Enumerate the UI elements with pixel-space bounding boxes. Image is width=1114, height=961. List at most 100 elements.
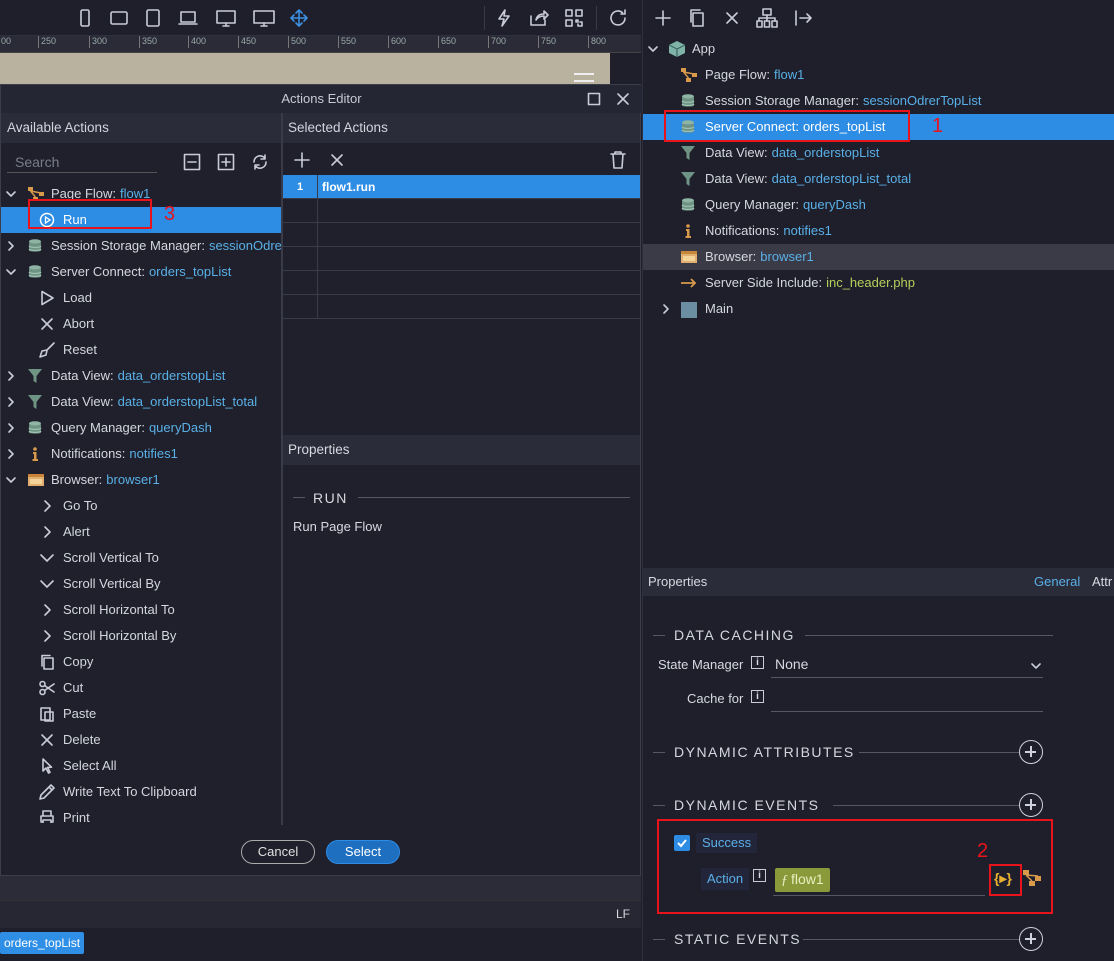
dynamic-data-picker-icon[interactable]: {▸} <box>994 870 1012 887</box>
action-tree-item[interactable]: Data View: data_orderstopList_total <box>1 389 281 415</box>
action-tree-item[interactable]: Paste <box>1 701 281 727</box>
action-tree-item[interactable]: Abort <box>1 311 281 337</box>
qr-code-icon[interactable] <box>562 6 586 30</box>
selected-action-row[interactable] <box>283 223 640 247</box>
chevron-right-icon[interactable] <box>660 303 672 315</box>
action-tree-item[interactable]: Session Storage Manager: sessionOdre <box>1 233 281 259</box>
success-checkbox[interactable] <box>674 835 690 851</box>
ruler-tick: 550 <box>338 36 356 48</box>
action-tree-item[interactable]: Scroll Horizontal By <box>1 623 281 649</box>
chevron-right-icon[interactable] <box>5 448 17 460</box>
chevron-down-icon[interactable] <box>5 188 17 200</box>
action-tree-item[interactable]: Browser: browser1 <box>1 467 281 493</box>
action-tree-item[interactable]: Scroll Vertical To <box>1 545 281 571</box>
tree-item-label: Data View: <box>705 145 768 160</box>
phone-icon[interactable] <box>73 6 97 30</box>
action-tree-item[interactable]: Cut <box>1 675 281 701</box>
refresh-icon[interactable] <box>250 152 270 172</box>
action-value-field[interactable]: ƒ flow1 <box>773 866 985 896</box>
action-tree-item[interactable]: Query Manager: queryDash <box>1 415 281 441</box>
wide-desktop-icon[interactable] <box>252 6 276 30</box>
add-icon[interactable] <box>654 9 672 27</box>
action-tree-item[interactable]: Delete <box>1 727 281 753</box>
chevron-right-icon <box>39 628 55 644</box>
action-tree-item[interactable]: Scroll Horizontal To <box>1 597 281 623</box>
app-tree-item[interactable]: Notifications: notifies1 <box>643 218 1114 244</box>
chevron-right-icon[interactable] <box>5 370 17 382</box>
info-icon[interactable]: i <box>751 656 764 669</box>
app-tree-item[interactable]: Server Side Include: inc_header.php <box>643 270 1114 296</box>
move-out-icon[interactable] <box>793 8 813 28</box>
tab-attributes[interactable]: Attr <box>1092 568 1112 596</box>
chevron-down-icon[interactable] <box>647 43 659 55</box>
collapse-all-icon[interactable] <box>183 153 201 171</box>
app-tree-item[interactable]: Query Manager: queryDash <box>643 192 1114 218</box>
chevron-right-icon[interactable] <box>5 396 17 408</box>
chevron-right-icon[interactable] <box>5 240 17 252</box>
action-tree-item[interactable]: Write Text To Clipboard <box>1 779 281 805</box>
action-tree-item[interactable]: Alert <box>1 519 281 545</box>
section-title: DYNAMIC EVENTS <box>674 797 820 813</box>
trash-icon[interactable] <box>609 150 627 170</box>
available-actions-panel: Page Flow:flow1RunSession Storage Manage… <box>1 143 281 823</box>
lightning-icon[interactable] <box>492 6 516 30</box>
add-dynamic-attribute-button[interactable] <box>1019 740 1043 764</box>
state-manager-label: State Manager <box>658 657 744 672</box>
select-button[interactable]: Select <box>326 840 400 864</box>
action-tree-item[interactable]: Data View: data_orderstopList <box>1 363 281 389</box>
refresh-icon[interactable] <box>606 6 630 30</box>
app-tree-item[interactable]: Browser: browser1 <box>643 244 1114 270</box>
expand-all-icon[interactable] <box>217 153 235 171</box>
app-tree-item[interactable]: Page Flow: flow1 <box>643 62 1114 88</box>
add-action-icon[interactable] <box>293 151 311 169</box>
selected-action-row[interactable] <box>283 247 640 271</box>
action-tree-item[interactable]: Notifications: notifies1 <box>1 441 281 467</box>
state-manager-select[interactable]: None <box>771 652 1043 678</box>
app-tree-item[interactable]: Data View: data_orderstopList_total <box>643 166 1114 192</box>
maximize-icon[interactable] <box>587 92 601 106</box>
move-icon[interactable] <box>287 6 311 30</box>
desktop-icon[interactable] <box>214 6 238 30</box>
breadcrumb-selected[interactable]: orders_topList <box>0 932 85 954</box>
action-tree-item[interactable]: Load <box>1 285 281 311</box>
close-icon[interactable] <box>616 92 630 106</box>
action-tree-item[interactable]: Reset <box>1 337 281 363</box>
action-tree-item[interactable]: Select All <box>1 753 281 779</box>
tab-general[interactable]: General <box>1034 568 1080 596</box>
action-tree-item[interactable]: Copy <box>1 649 281 675</box>
laptop-icon[interactable] <box>176 6 200 30</box>
delete-icon[interactable] <box>724 10 740 26</box>
cancel-button[interactable]: Cancel <box>241 840 315 864</box>
chevron-right-icon[interactable] <box>5 422 17 434</box>
tree-item-label: Select All <box>63 758 117 773</box>
line-ending-label[interactable]: LF <box>616 907 630 921</box>
action-tree-item[interactable]: Scroll Vertical By <box>1 571 281 597</box>
app-tree-item[interactable]: Data View: data_orderstopList <box>643 140 1114 166</box>
tree-root-app[interactable]: App <box>643 36 1114 62</box>
tablet-landscape-icon[interactable] <box>107 6 131 30</box>
selected-action-row[interactable] <box>283 295 640 319</box>
chevron-down-icon[interactable] <box>5 474 17 486</box>
selected-action-row[interactable] <box>283 199 640 223</box>
info-icon[interactable]: i <box>751 690 764 703</box>
cache-for-input[interactable] <box>771 686 1043 712</box>
share-icon[interactable] <box>527 6 551 30</box>
action-tree-item[interactable]: Server Connect: orders_topList <box>1 259 281 285</box>
duplicate-icon[interactable] <box>688 8 706 28</box>
action-tree-item[interactable]: Print <box>1 805 281 823</box>
selected-action-row[interactable]: 1 flow1.run <box>283 175 640 199</box>
add-dynamic-event-button[interactable] <box>1019 793 1043 817</box>
selected-action-row[interactable] <box>283 271 640 295</box>
info-icon[interactable]: i <box>753 869 766 882</box>
tablet-icon[interactable] <box>141 6 165 30</box>
search-input[interactable] <box>7 151 157 173</box>
add-static-event-button[interactable] <box>1019 927 1043 951</box>
filter-icon <box>27 368 43 384</box>
wrap-icon[interactable] <box>755 7 779 29</box>
remove-action-icon[interactable] <box>329 152 345 168</box>
tree-item-value: queryDash <box>148 420 212 435</box>
app-tree-item[interactable]: Main <box>643 296 1114 322</box>
chevron-down-icon[interactable] <box>5 266 17 278</box>
flow-icon[interactable] <box>1022 869 1042 887</box>
action-tree-item[interactable]: Go To <box>1 493 281 519</box>
